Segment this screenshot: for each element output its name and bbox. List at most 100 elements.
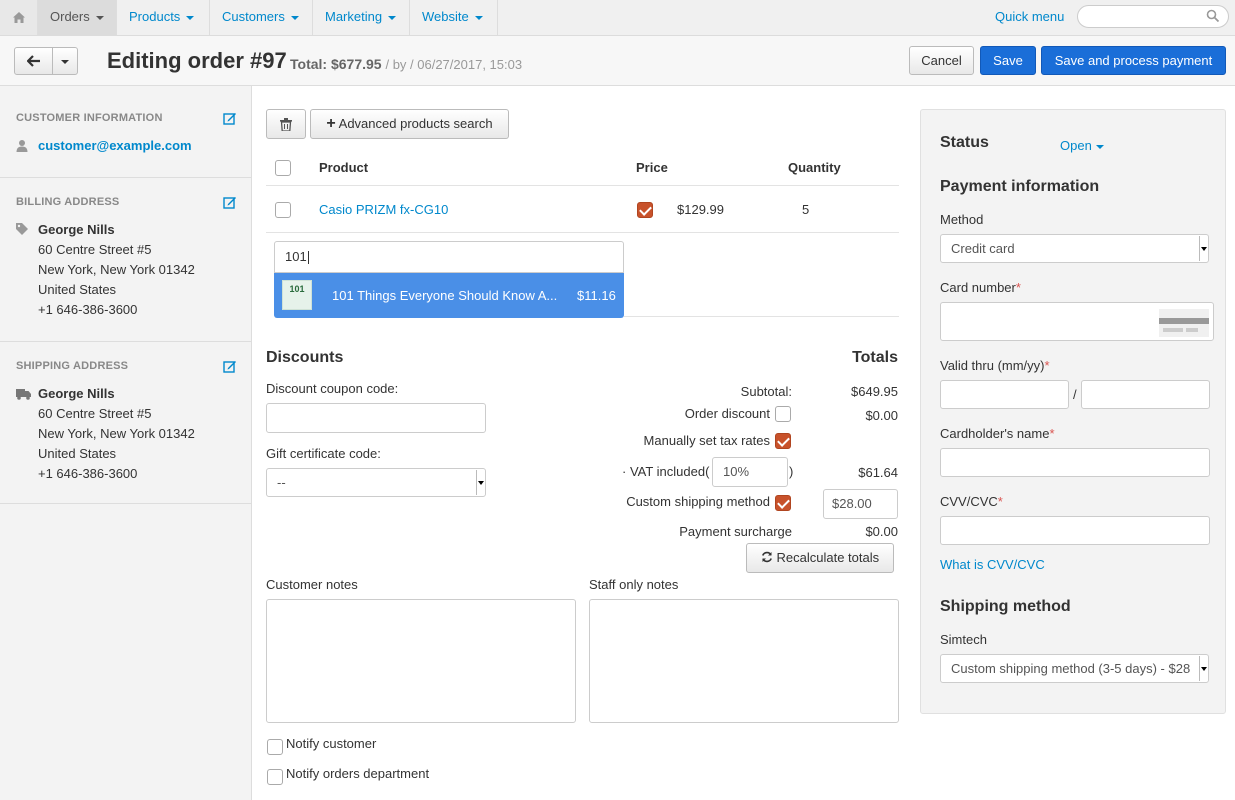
- advanced-search-label: Advanced products search: [338, 116, 493, 131]
- save-button[interactable]: Save: [980, 46, 1036, 75]
- cvv-input[interactable]: [940, 516, 1210, 545]
- status-dropdown[interactable]: Open: [1060, 138, 1104, 153]
- vat-rate-input[interactable]: 10%: [712, 457, 788, 487]
- cancel-button[interactable]: Cancel: [909, 46, 974, 75]
- shipping-carrier-label: Simtech: [940, 632, 987, 647]
- required-mark: *: [997, 494, 1003, 509]
- advanced-products-search-button[interactable]: + Advanced products search: [310, 109, 509, 139]
- refresh-icon: [761, 551, 772, 563]
- valid-thru-label: Valid thru (mm/yy)*: [940, 358, 1050, 373]
- order-discount-checkbox[interactable]: [775, 406, 791, 422]
- save-and-process-payment-button[interactable]: Save and process payment: [1041, 46, 1226, 75]
- cardholder-name-input[interactable]: [940, 448, 1210, 477]
- order-total-summary: Total: $677.95 / by / 06/27/2017, 15:03: [290, 56, 522, 72]
- truck-icon: [16, 388, 31, 403]
- credit-card-icon: [1159, 309, 1209, 337]
- notify-customer-label: Notify customer: [286, 736, 377, 751]
- delete-button[interactable]: [266, 109, 306, 139]
- column-header-quantity: Quantity: [788, 160, 841, 175]
- customer-sidebar: Customer information customer@example.co…: [0, 86, 252, 800]
- column-header-price: Price: [636, 160, 668, 175]
- product-search-input[interactable]: 101: [274, 241, 624, 273]
- card-number-input[interactable]: [940, 302, 1214, 341]
- nav-customers-label: Customers: [222, 9, 285, 24]
- product-suggestion-item[interactable]: 101 101 Things Everyone Should Know A...…: [274, 273, 624, 318]
- total-label: Total:: [290, 56, 328, 72]
- table-divider: [266, 232, 899, 233]
- custom-shipping-checkbox[interactable]: [775, 495, 791, 511]
- nav-marketing[interactable]: Marketing: [313, 0, 410, 35]
- valid-thru-year-input[interactable]: [1081, 380, 1210, 409]
- back-button[interactable]: [14, 47, 53, 75]
- chevron-down-icon: [95, 15, 104, 20]
- quick-menu-link[interactable]: Quick menu: [995, 9, 1064, 24]
- edit-icon[interactable]: [223, 111, 237, 128]
- billing-street: 60 Centre Street #5: [38, 242, 152, 257]
- valid-thru-label-text: Valid thru (mm/yy): [940, 358, 1045, 373]
- chevron-down-icon: [476, 470, 484, 495]
- gift-certificate-select[interactable]: --: [266, 468, 486, 497]
- suggestion-price: $11.16: [577, 288, 616, 303]
- nav-products[interactable]: Products: [117, 0, 210, 35]
- order-meta: / by / 06/27/2017, 15:03: [385, 57, 523, 72]
- status-value: Open: [1060, 138, 1092, 153]
- nav-website-label: Website: [422, 9, 469, 24]
- card-number-label: Card number*: [940, 280, 1021, 295]
- shipping-phone: +1 646-386-3600: [38, 466, 138, 481]
- section-heading: Shipping address: [16, 360, 129, 372]
- shipping-country: United States: [38, 446, 117, 461]
- custom-shipping-input[interactable]: $28.00: [823, 489, 898, 519]
- column-header-product: Product: [319, 160, 369, 175]
- discounts-heading: Discounts: [266, 349, 344, 366]
- shipping-method-value: Custom shipping method (3-5 days) - $28: [951, 661, 1191, 676]
- cvv-label: CVV/CVC*: [940, 494, 1003, 509]
- staff-notes-textarea[interactable]: [589, 599, 899, 723]
- plus-icon: +: [326, 115, 336, 132]
- notify-customer-checkbox[interactable]: [267, 739, 283, 755]
- nav-website[interactable]: Website: [410, 0, 498, 35]
- product-name-link[interactable]: Casio PRIZM fx-CG10: [319, 202, 448, 217]
- required-mark: *: [1049, 426, 1055, 441]
- shipping-street: 60 Centre Street #5: [38, 406, 152, 421]
- chevron-down-icon: [474, 15, 483, 20]
- product-quantity[interactable]: 5: [802, 202, 809, 217]
- nav-customers[interactable]: Customers: [210, 0, 313, 35]
- shipping-method-select[interactable]: Custom shipping method (3-5 days) - $28: [940, 654, 1209, 683]
- notify-orders-checkbox[interactable]: [267, 769, 283, 785]
- shipping-method-heading: Shipping method: [940, 598, 1071, 615]
- user-icon: [16, 139, 28, 155]
- select-all-checkbox[interactable]: [275, 160, 291, 176]
- home-icon[interactable]: [0, 0, 38, 35]
- valid-thru-month-input[interactable]: [940, 380, 1069, 409]
- customer-notes-textarea[interactable]: [266, 599, 576, 723]
- chevron-down-icon: [388, 15, 397, 20]
- what-is-cvv-link[interactable]: What is CVV/CVC: [940, 557, 1045, 572]
- edit-icon[interactable]: [223, 359, 237, 376]
- billing-address-section: Billing address George Nills 60 Centre S…: [0, 178, 252, 342]
- price-override-checkbox[interactable]: [637, 202, 653, 218]
- search-icon[interactable]: [1206, 9, 1220, 26]
- subtotal-value: $649.95: [851, 384, 898, 399]
- order-discount-label: Order discount: [684, 406, 770, 421]
- recalculate-label: Recalculate totals: [776, 550, 880, 565]
- customer-email-link[interactable]: customer@example.com: [38, 138, 192, 153]
- search-input[interactable]: [1077, 5, 1229, 28]
- gift-certificate-value: --: [277, 475, 286, 490]
- chevron-down-icon: [1095, 144, 1104, 149]
- edit-icon[interactable]: [223, 195, 237, 212]
- recalculate-totals-button[interactable]: Recalculate totals: [746, 543, 894, 573]
- coupon-code-input[interactable]: [266, 403, 486, 433]
- text-cursor: [307, 251, 309, 265]
- payment-surcharge-label: Payment surcharge: [679, 524, 792, 539]
- thumbnail-text: 101: [289, 284, 305, 294]
- manual-tax-checkbox[interactable]: [775, 433, 791, 449]
- chevron-down-icon: [186, 15, 195, 20]
- history-dropdown-button[interactable]: [52, 47, 78, 75]
- order-details-panel: Status Open Payment information Method C…: [920, 109, 1226, 714]
- tag-icon: [16, 223, 28, 238]
- row-select-checkbox[interactable]: [275, 202, 291, 218]
- nav-orders[interactable]: Orders: [38, 0, 117, 35]
- payment-method-select[interactable]: Credit card: [940, 234, 1209, 263]
- staff-notes-label: Staff only notes: [589, 577, 679, 592]
- coupon-label: Discount coupon code:: [266, 381, 399, 396]
